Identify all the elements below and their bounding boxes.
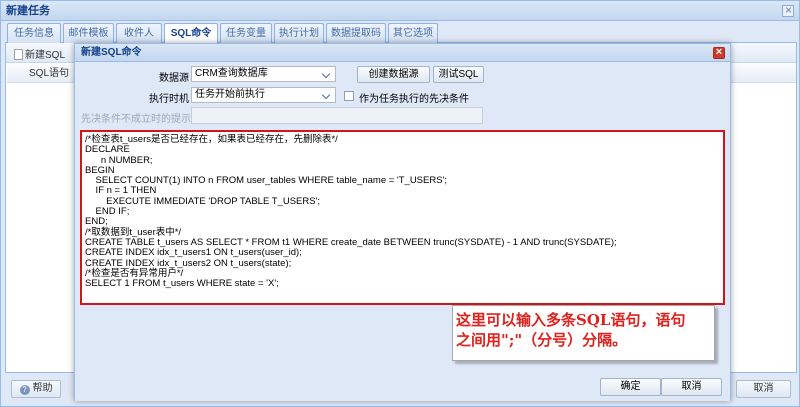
sql-line: /*检查表t_users是否已经存在，如果表已经存在，先删除表*/ <box>85 134 338 145</box>
tab-recipients[interactable]: 收件人 <box>116 23 162 43</box>
precondition-hint-label: 先决条件不成立时的提示语 <box>81 114 201 125</box>
dialog-title: 新建SQL命令 <box>75 44 730 62</box>
ok-button[interactable]: 确定 <box>600 378 661 396</box>
annotation-callout: 这里可以输入多条SQL语句，语句 之间用";"（分号）分隔。 <box>452 305 715 361</box>
sql-line: n NUMBER; <box>85 154 153 166</box>
datasource-select[interactable]: CRM查询数据库 <box>191 66 336 82</box>
exec-time-label: 执行时机 <box>149 94 189 105</box>
sql-line: SELECT COUNT(1) INTO n FROM user_tables … <box>85 175 448 187</box>
chevron-down-icon <box>319 67 335 81</box>
exec-time-select[interactable]: 任务开始前执行 <box>191 87 336 103</box>
help-button[interactable]: ? 帮助 <box>11 380 61 398</box>
chevron-down-icon <box>319 88 335 102</box>
callout-line-2: 之间用";"（分号）分隔。 <box>456 331 628 349</box>
help-label: 帮助 <box>32 383 53 394</box>
test-sql-button[interactable]: 测试SQL <box>433 66 484 83</box>
precondition-checkbox-label: 作为任务执行的先决条件 <box>359 94 469 105</box>
tab-data-extract-code[interactable]: 数据提取码 <box>326 23 386 43</box>
help-icon: ? <box>19 385 30 395</box>
sql-column-header[interactable]: SQL语句 <box>7 64 84 83</box>
window-close-icon[interactable] <box>782 3 794 17</box>
dialog-footer: 确定 取消 <box>75 371 730 401</box>
tab-task-variables[interactable]: 任务变量 <box>220 23 272 43</box>
tab-execution-plan[interactable]: 执行计划 <box>274 23 324 43</box>
datasource-value: CRM查询数据库 <box>195 68 268 79</box>
tab-sql-command[interactable]: SQL命令 <box>164 23 218 44</box>
sql-line: EXECUTE IMMEDIATE 'DROP TABLE T_USERS'; <box>85 195 321 207</box>
tab-other-options[interactable]: 其它选项 <box>388 23 438 43</box>
dialog-cancel-button[interactable]: 取消 <box>661 378 722 396</box>
new-page-icon <box>14 49 23 60</box>
sql-editor[interactable]: /*检查表t_users是否已经存在，如果表已经存在，先删除表*/ DECLAR… <box>80 130 725 305</box>
new-sql-dialog: 新建SQL命令 × 数据源 CRM查询数据库 创建数据源 测试SQL 执行时机 … <box>74 43 731 401</box>
dialog-close-icon[interactable]: × <box>713 47 725 59</box>
sql-line: SELECT 1 FROM t_users WHERE state = 'X'; <box>85 278 279 290</box>
tab-task-info[interactable]: 任务信息 <box>7 23 61 43</box>
tab-mail-template[interactable]: 邮件模板 <box>63 23 114 43</box>
create-datasource-button[interactable]: 创建数据源 <box>357 66 430 83</box>
sql-line: DECLARE <box>85 144 130 156</box>
new-sql-label: 新建SQL <box>25 50 66 61</box>
callout-line-1: 这里可以输入多条SQL语句，语句 <box>456 311 686 329</box>
precondition-checkbox[interactable] <box>344 91 354 101</box>
exec-time-value: 任务开始前执行 <box>195 89 265 100</box>
window-title: 新建任务 <box>1 1 799 21</box>
new-sql-button[interactable]: 新建SQL <box>14 46 65 61</box>
datasource-label: 数据源 <box>159 73 189 84</box>
precondition-hint-input[interactable] <box>191 107 483 124</box>
sql-line: END IF; <box>85 206 130 218</box>
tab-bar: 任务信息 邮件模板 收件人 SQL命令 任务变量 执行计划 数据提取码 其它选项 <box>5 23 797 44</box>
outer-cancel-button[interactable]: 取消 <box>736 380 791 398</box>
